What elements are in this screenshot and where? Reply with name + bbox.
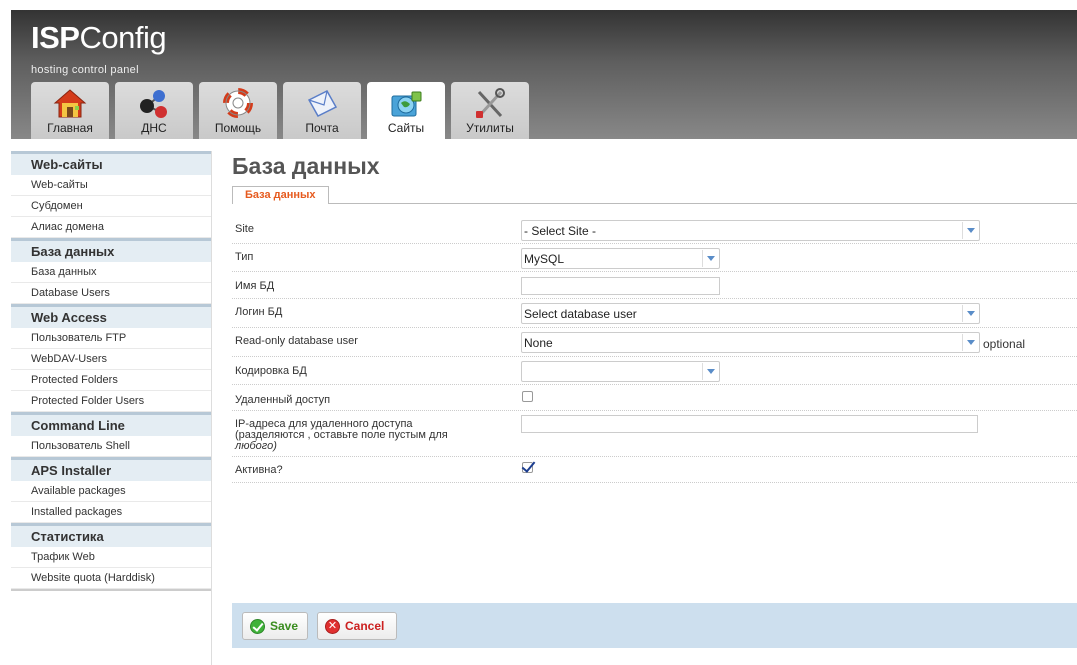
active-label: Активна? xyxy=(235,464,283,476)
sidebar-section-database: База данных xyxy=(11,238,211,262)
sidebar-item-domain-alias[interactable]: Алиас домена xyxy=(11,217,211,238)
site-select[interactable]: - Select Site - xyxy=(521,220,980,241)
site-select-value: - Select Site - xyxy=(524,224,597,238)
sidebar-section-web-sites: Web-сайты xyxy=(11,151,211,175)
form-row-charset: Кодировка БД xyxy=(232,357,1077,385)
charset-select[interactable] xyxy=(521,361,720,382)
db-login-select-value: Select database user xyxy=(524,307,637,321)
sidebar-section-aps-installer: APS Installer xyxy=(11,457,211,481)
chevron-down-icon xyxy=(962,334,979,351)
form-row-active: Активна? xyxy=(232,457,1077,483)
sidebar-item-shell-user[interactable]: Пользователь Shell xyxy=(11,436,211,457)
sites-globe-folder-icon xyxy=(391,91,422,117)
remote-access-checkbox[interactable] xyxy=(522,391,533,402)
form-row-type: Тип MySQL xyxy=(232,244,1077,272)
dns-network-icon xyxy=(140,90,167,118)
close-circle-icon: ✕ xyxy=(325,619,340,634)
app-window: ISPConfig hosting control panel Главная xyxy=(0,0,1077,665)
sidebar-section-command-line: Command Line xyxy=(11,412,211,436)
chevron-down-icon xyxy=(962,305,979,322)
tab-label: Сайты xyxy=(387,121,425,135)
cancel-button-label: Cancel xyxy=(345,619,385,633)
sidebar-item-installed-packages[interactable]: Installed packages xyxy=(11,502,211,523)
sidebar-item-protected-folders[interactable]: Protected Folders xyxy=(11,370,211,391)
tab-label: Помощь xyxy=(214,121,262,135)
charset-label: Кодировка БД xyxy=(235,365,307,377)
chevron-down-icon xyxy=(962,222,979,239)
db-name-input[interactable] xyxy=(521,277,720,295)
tab-mail[interactable]: Почта xyxy=(283,82,361,139)
remote-ips-label-line3: любого) xyxy=(235,440,277,452)
page-title: База данных xyxy=(232,153,380,179)
tab-label: ДНС xyxy=(141,121,167,135)
active-checkbox[interactable] xyxy=(522,462,533,473)
home-icon xyxy=(53,89,87,118)
sidebar-item-database-users[interactable]: Database Users xyxy=(11,283,211,304)
tab-label: Почта xyxy=(305,121,339,135)
sidebar: Web-сайты Web-сайты Субдомен Алиас домен… xyxy=(11,151,212,665)
db-login-label: Логин БД xyxy=(235,306,283,318)
db-name-label: Имя БД xyxy=(235,280,275,292)
tagline: hosting control panel xyxy=(31,64,139,76)
optional-hint: optional xyxy=(983,337,1026,351)
type-select-value: MySQL xyxy=(524,252,565,266)
form-row-db-login: Логин БД Select database user xyxy=(232,299,1077,328)
logo: ISPConfig xyxy=(31,20,167,55)
check-circle-icon xyxy=(250,619,265,634)
tab-tools[interactable]: Утилиты xyxy=(451,82,529,139)
mail-envelope-icon xyxy=(307,90,338,117)
remote-ips-input[interactable] xyxy=(521,415,978,433)
sidebar-item-subdomain[interactable]: Субдомен xyxy=(11,196,211,217)
readonly-user-select[interactable]: None xyxy=(521,332,980,353)
sidebar-divider xyxy=(11,589,211,591)
sidebar-item-webdav-users[interactable]: WebDAV-Users xyxy=(11,349,211,370)
tab-sites[interactable]: Сайты xyxy=(367,82,445,139)
sidebar-item-website-quota[interactable]: Website quota (Harddisk) xyxy=(11,568,211,589)
form-row-remote-access: Удаленный доступ xyxy=(232,385,1077,411)
sidebar-item-ftp-user[interactable]: Пользователь FTP xyxy=(11,328,211,349)
db-login-select[interactable]: Select database user xyxy=(521,303,980,324)
tools-icon xyxy=(476,88,505,118)
save-button[interactable]: Save xyxy=(242,612,308,640)
remote-ips-label: IP-адреса для удаленного доступа (раздел… xyxy=(235,419,448,452)
form-row-remote-ips: IP-адреса для удаленного доступа (раздел… xyxy=(232,411,1077,457)
sidebar-item-available-packages[interactable]: Available packages xyxy=(11,481,211,502)
type-select[interactable]: MySQL xyxy=(521,248,720,269)
sidebar-item-databases[interactable]: База данных xyxy=(11,262,211,283)
form-row-db-name: Имя БД xyxy=(232,272,1077,299)
form-tabbar: База данных xyxy=(232,186,1077,204)
chevron-down-icon xyxy=(702,250,719,267)
tab-help[interactable]: Помощь xyxy=(199,82,277,139)
header: ISPConfig hosting control panel Главная xyxy=(11,10,1077,139)
button-bar: Save ✕ Cancel xyxy=(232,603,1077,648)
remote-access-label: Удаленный доступ xyxy=(235,394,331,406)
sidebar-section-web-access: Web Access xyxy=(11,304,211,328)
tab-dns[interactable]: ДНС xyxy=(115,82,193,139)
sidebar-item-web-traffic[interactable]: Трафик Web xyxy=(11,547,211,568)
form-tab-database[interactable]: База данных xyxy=(232,186,329,204)
form-row-readonly-user: Read-only database user None optional xyxy=(232,328,1077,357)
form-row-site: Site - Select Site - xyxy=(232,216,1077,244)
main-content: База данных База данных Site - Select Si… xyxy=(232,151,1077,665)
tab-label: Главная xyxy=(47,121,93,135)
save-button-label: Save xyxy=(270,619,299,633)
cancel-button[interactable]: ✕ Cancel xyxy=(317,612,397,640)
site-label: Site xyxy=(235,223,254,235)
main-tabs: Главная ДНС Помощь Почта Сайты Утилиты xyxy=(31,82,529,139)
help-lifebuoy-icon xyxy=(223,88,253,118)
tab-home[interactable]: Главная xyxy=(31,82,109,139)
sidebar-item-web-sites[interactable]: Web-сайты xyxy=(11,175,211,196)
readonly-user-label: Read-only database user xyxy=(235,335,358,347)
tab-label: Утилиты xyxy=(466,121,514,135)
sidebar-item-protected-folder-users[interactable]: Protected Folder Users xyxy=(11,391,211,412)
sidebar-section-statistics: Статистика xyxy=(11,523,211,547)
chevron-down-icon xyxy=(702,363,719,380)
readonly-user-select-value: None xyxy=(524,336,553,350)
type-label: Тип xyxy=(235,251,254,263)
